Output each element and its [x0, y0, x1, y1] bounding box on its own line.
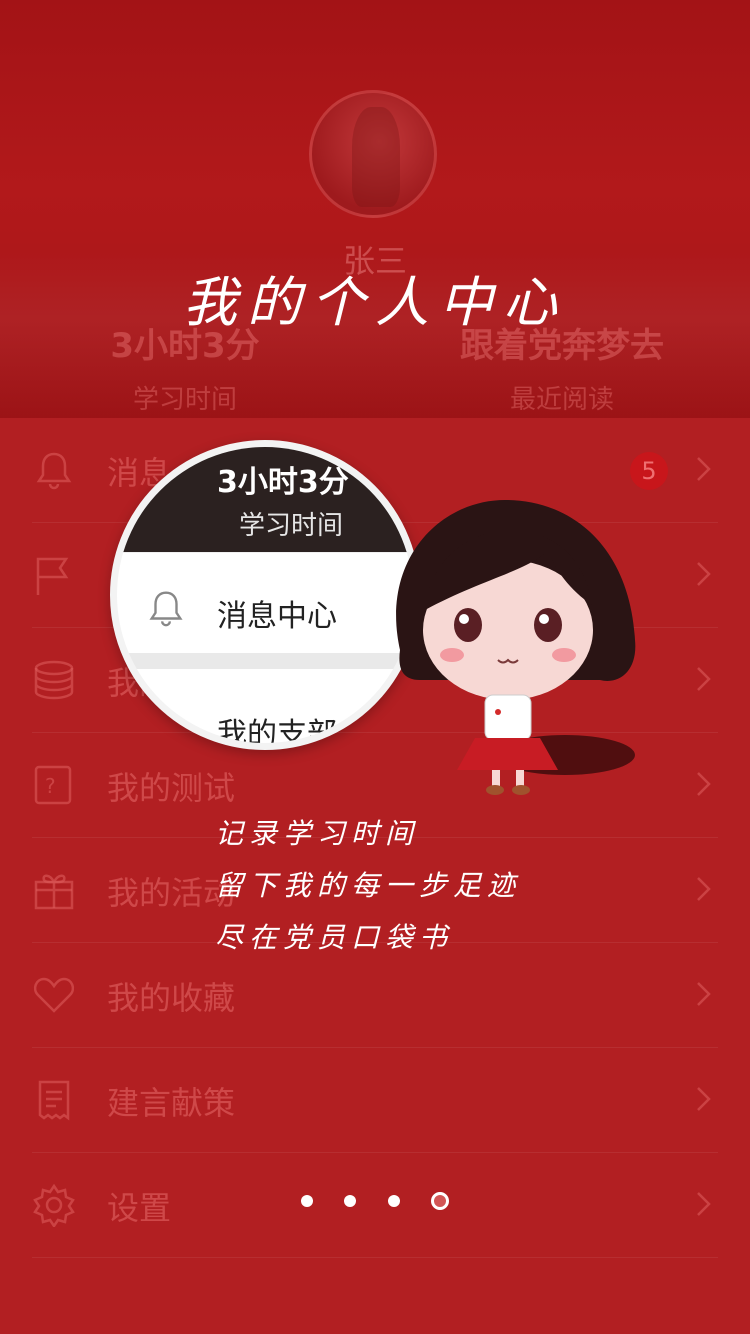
coins-icon — [34, 660, 74, 700]
chevron-right-icon — [697, 982, 711, 1006]
page-dot-3[interactable] — [387, 1194, 400, 1207]
guide-description: 记录学习时间 留下我的每一步足迹 尽在党员口袋书 — [215, 808, 521, 964]
document-icon — [38, 1080, 70, 1121]
svg-text:?: ? — [45, 774, 56, 798]
menu-item-label: 我的收藏 — [107, 979, 236, 1017]
page-dot-1[interactable] — [301, 1194, 314, 1207]
magnifier-time-label: 学习时间 — [239, 511, 344, 541]
guide-line-3: 尽在党员口袋书 — [215, 921, 454, 954]
menu-item-suggestions[interactable]: 建言献策 — [32, 1048, 718, 1153]
recent-reading-label: 最近阅读 — [509, 385, 614, 415]
chevron-right-icon — [697, 457, 711, 481]
magnifier-callout: 3小时3分 学习时间 消息中心 我的支部 — [110, 440, 420, 750]
chevron-right-icon — [697, 772, 711, 796]
bell-icon — [149, 591, 183, 627]
chevron-right-icon — [697, 877, 711, 901]
quiz-icon: ? — [34, 765, 72, 805]
gift-icon — [34, 874, 74, 910]
chevron-right-icon — [697, 562, 711, 586]
magnifier-message-label: 消息中心 — [217, 599, 337, 634]
mascot-illustration — [396, 500, 636, 795]
magnifier-branch-row: 我的支部 — [117, 669, 413, 743]
magnifier-header: 3小时3分 学习时间 — [117, 447, 413, 552]
chevron-right-icon — [697, 667, 711, 691]
flag-icon — [36, 557, 69, 595]
avatar — [309, 90, 437, 218]
chevron-right-icon — [697, 1087, 711, 1111]
magnifier-time-value: 3小时3分 — [217, 465, 349, 500]
bell-icon — [36, 452, 72, 490]
heart-icon — [33, 977, 75, 1013]
page-dot-2[interactable] — [344, 1194, 357, 1207]
page-indicator[interactable] — [0, 1190, 750, 1210]
guide-line-1: 记录学习时间 — [215, 817, 420, 850]
unread-badge: 5 — [630, 452, 668, 490]
divider — [117, 653, 413, 669]
guide-title: 我的个人中心 — [183, 271, 567, 334]
guide-line-2: 留下我的每一步足迹 — [215, 869, 522, 902]
profile-header: 张三 3小时3分 学习时间 跟着党奔梦去 最近阅读 — [0, 0, 750, 418]
menu-item-label: 我的测试 — [107, 769, 236, 807]
page-dot-4-active[interactable] — [430, 1191, 449, 1210]
magnifier-message-row: 消息中心 — [117, 553, 413, 653]
menu-item-label: 建言献策 — [107, 1084, 236, 1122]
study-time-label: 学习时间 — [132, 385, 237, 415]
guide-screen[interactable]: 张三 3小时3分 学习时间 跟着党奔梦去 最近阅读 消息 5 我的 ? — [0, 0, 750, 1334]
